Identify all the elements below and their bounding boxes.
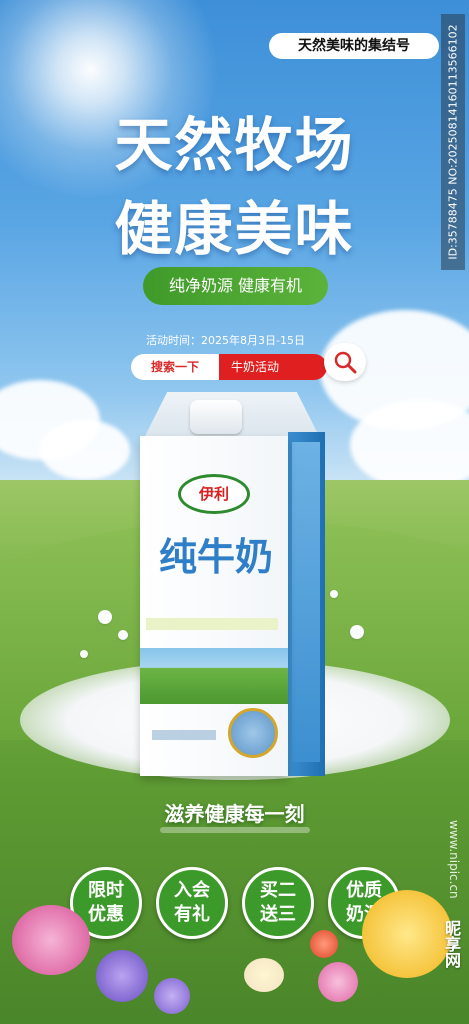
search-button[interactable] (324, 343, 366, 381)
milk-drop (330, 590, 338, 598)
milk-carton: 伊利 纯牛奶 (140, 392, 325, 784)
watermark-logo: 昵享网 (442, 920, 461, 968)
badge-membership[interactable]: 入会 有礼 (156, 867, 228, 939)
badge-line: 优惠 (88, 904, 124, 925)
flower-purple-small (154, 978, 190, 1014)
milk-drop (80, 650, 88, 658)
carton-band (146, 618, 278, 630)
milk-drop (350, 625, 364, 639)
carton-fine-print (152, 730, 216, 740)
carton-cap (190, 400, 242, 434)
quality-seal-icon (228, 708, 278, 758)
slogan-subline (160, 827, 310, 833)
badge-line: 买二 (260, 880, 296, 901)
carton-side (288, 432, 325, 776)
flower-purple (96, 950, 148, 1002)
cloud-left-2 (40, 420, 130, 480)
milk-drop (98, 610, 112, 624)
cloud-right-2 (350, 400, 469, 490)
event-date: 活动时间：2025年8月3日-15日 (146, 334, 305, 347)
milk-poster: 天然美味的集结号 ID:35788475 NO:2025081416011356… (0, 0, 469, 1024)
flower-white (244, 958, 284, 992)
milk-drop (118, 630, 128, 640)
flower-red (310, 930, 338, 958)
slogan: 滋养健康每一刻 (164, 802, 305, 826)
product-name: 纯牛奶 (158, 535, 273, 579)
search-bar[interactable]: 搜索一下 牛奶活动 (131, 354, 327, 380)
brand-logo: 伊利 (178, 474, 250, 514)
title-line-1: 天然牧场 (114, 111, 355, 179)
search-label: 搜索一下 (131, 354, 219, 380)
badge-line: 有礼 (174, 904, 210, 925)
carton-meadow-art (140, 648, 288, 704)
badge-line: 送三 (260, 904, 296, 925)
search-icon (334, 351, 357, 374)
search-query[interactable]: 牛奶活动 (219, 354, 327, 380)
top-tag: 天然美味的集结号 (269, 33, 439, 59)
flower-pink (12, 905, 90, 975)
badge-line: 限时 (88, 880, 124, 901)
subtitle-pill: 纯净奶源 健康有机 (143, 267, 328, 305)
badge-line: 入会 (174, 880, 210, 901)
flower-pink-small (318, 962, 358, 1002)
badge-buy-two[interactable]: 买二 送三 (242, 867, 314, 939)
carton-front: 伊利 纯牛奶 (140, 436, 288, 776)
watermark-url: www.nipic.cn (447, 820, 461, 899)
badge-line: 优质 (346, 880, 382, 901)
title-line-2: 健康美味 (114, 195, 355, 263)
